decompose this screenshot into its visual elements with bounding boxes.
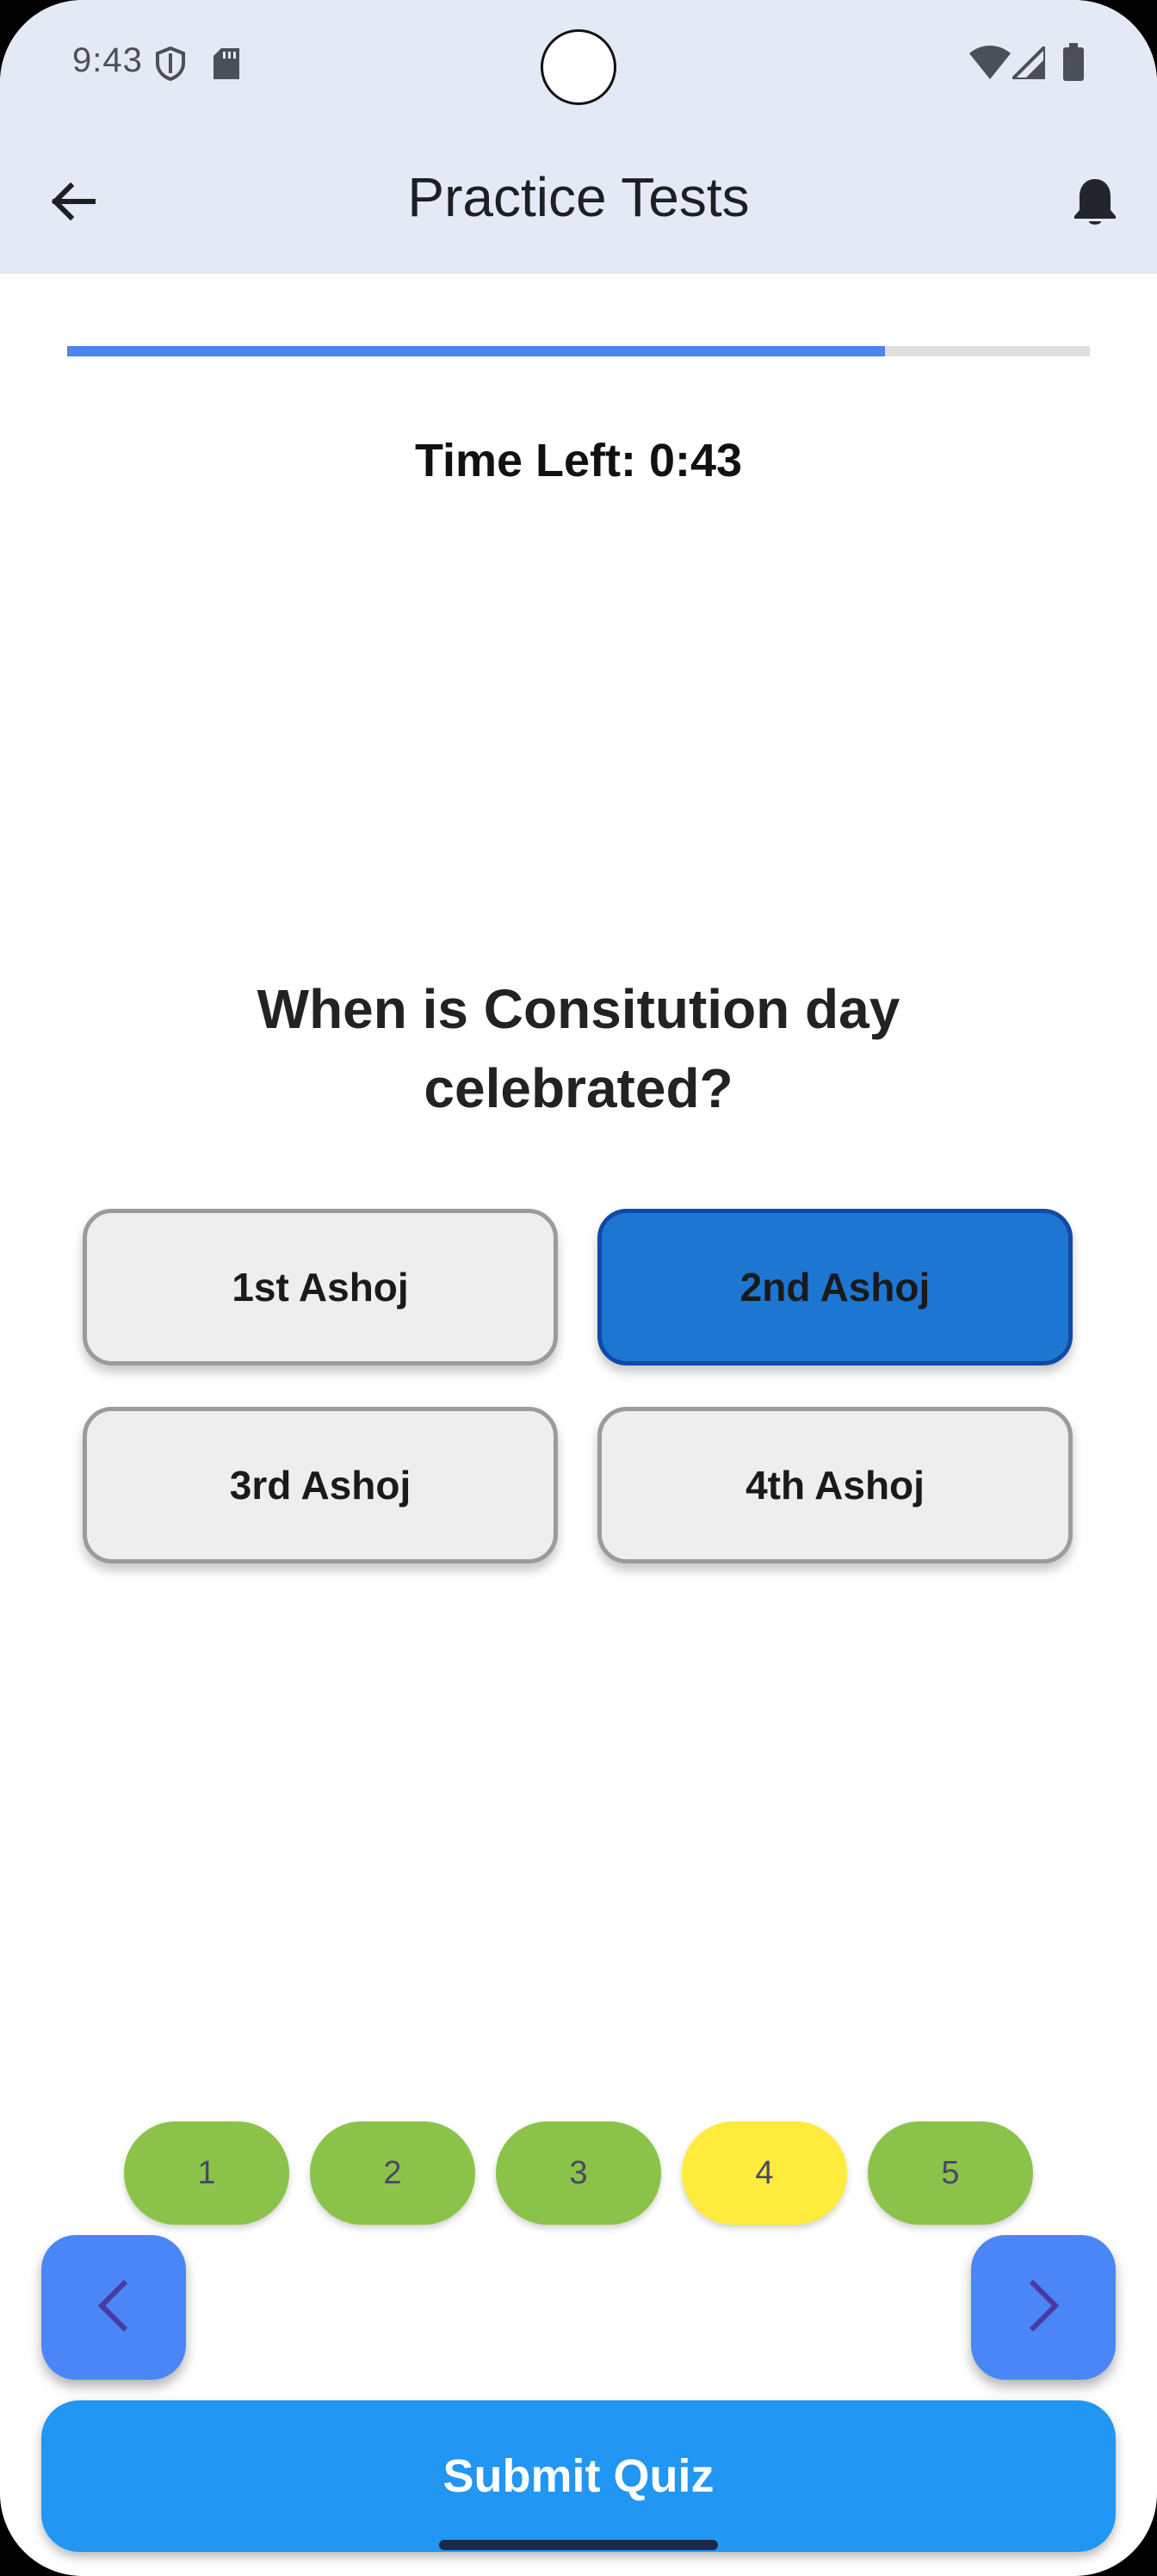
chevron-right-icon	[1026, 2278, 1061, 2338]
bell-icon	[1073, 176, 1117, 232]
answer-option-4[interactable]: 4th Ashoj	[597, 1407, 1073, 1564]
answer-option-2[interactable]: 2nd Ashoj	[597, 1209, 1073, 1365]
battery-icon	[1062, 43, 1085, 85]
front-camera	[541, 29, 616, 105]
previous-question-button[interactable]	[41, 2235, 186, 2380]
quiz-progress-bar	[67, 346, 1090, 356]
question-text: When is Consitution day celebrated?	[257, 978, 900, 1119]
shield-icon	[155, 46, 186, 85]
notifications-button[interactable]	[1061, 169, 1129, 238]
top-bar: 9:43 Practice Tests	[0, 0, 1157, 274]
next-question-button[interactable]	[971, 2235, 1116, 2380]
status-time: 9:43	[72, 41, 143, 79]
question-nav-1[interactable]: 1	[124, 2121, 289, 2225]
time-left-label: Time Left: 0:43	[414, 435, 743, 486]
screen: 9:43 Practice Tests Time Left: 0:43 When…	[0, 0, 1157, 2576]
wifi-icon	[969, 45, 1011, 84]
answer-option-3[interactable]: 3rd Ashoj	[83, 1407, 558, 1564]
question-nav-4[interactable]: 4	[682, 2121, 847, 2225]
quiz-progress-fill	[67, 346, 886, 356]
chevron-left-icon	[96, 2278, 131, 2338]
page-title: Practice Tests	[407, 166, 750, 228]
question-nav-2[interactable]: 2	[310, 2121, 475, 2225]
question-nav-5[interactable]: 5	[868, 2121, 1033, 2225]
home-indicator	[439, 2540, 718, 2550]
answer-option-1[interactable]: 1st Ashoj	[83, 1209, 558, 1365]
signal-icon	[1008, 42, 1047, 84]
question-nav-3[interactable]: 3	[496, 2121, 661, 2225]
submit-quiz-button[interactable]: Submit Quiz	[41, 2400, 1116, 2552]
sd-card-icon	[213, 48, 239, 84]
